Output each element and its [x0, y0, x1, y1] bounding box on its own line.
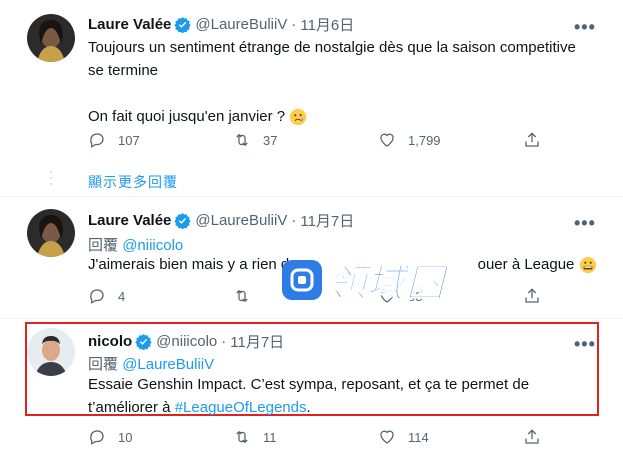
tweet-text: Toujours un sentiment étrange de nostalg…	[88, 36, 576, 128]
verified-badge-icon	[174, 213, 192, 229]
verified-badge-icon	[174, 17, 192, 33]
share-button[interactable]	[523, 428, 553, 446]
share-icon	[525, 429, 539, 444]
retweet-button[interactable]: 37	[233, 131, 378, 149]
tweet-header: Laure Valée @LaureBuliiV · 11月6日	[88, 14, 354, 35]
author-name[interactable]: Laure Valée	[88, 212, 171, 229]
share-icon	[525, 132, 539, 147]
avatar-nicolo[interactable]	[27, 328, 75, 376]
reply-count: 10	[118, 429, 133, 445]
replying-prefix: 回覆	[88, 356, 119, 373]
replying-to: 回覆 @LaureBuliiV	[88, 353, 214, 374]
tweet-3[interactable]: nicolo @niiicolo · 11月7日 ••• 回覆 @LaureBu…	[0, 319, 623, 455]
separator-dot: ·	[291, 212, 297, 229]
show-more-replies-link[interactable]: 顯示更多回覆	[88, 172, 178, 192]
tweet-text-part: .	[306, 399, 311, 416]
retweet-icon	[236, 289, 248, 303]
retweet-icon	[236, 430, 248, 444]
like-count: 114	[408, 429, 429, 445]
tweet-text-line: se termine	[88, 62, 159, 79]
tweet-text-part: t’améliorer à	[88, 399, 175, 416]
like-count: 1,799	[408, 132, 441, 148]
thread-dots	[50, 171, 52, 189]
reply-button[interactable]: 10	[88, 428, 233, 446]
share-button[interactable]	[523, 131, 553, 149]
grinning-face-icon	[580, 256, 597, 273]
verified-badge-icon	[135, 334, 152, 350]
tweet-actions: 107 37 1,799	[88, 131, 553, 149]
watermark-logo-icon	[282, 259, 322, 300]
timestamp[interactable]: 11月6日	[300, 14, 354, 35]
like-button[interactable]: 114	[378, 428, 523, 446]
tweet-text-part: J'aimerais bien mais y a rien de	[88, 256, 298, 273]
author-name[interactable]: Laure Valée	[88, 16, 171, 33]
sad-tear-face-icon	[290, 108, 307, 125]
separator-dot: ·	[221, 333, 227, 350]
avatar-laure[interactable]	[27, 14, 75, 62]
like-button[interactable]: 1,799	[378, 131, 523, 149]
reply-icon	[90, 430, 104, 445]
heart-icon	[380, 430, 394, 444]
tweet-1[interactable]: Laure Valée @LaureBuliiV · 11月6日 ••• Tou…	[0, 0, 623, 162]
more-options-icon[interactable]: •••	[574, 214, 596, 232]
reply-icon	[90, 133, 104, 148]
timestamp[interactable]: 11月7日	[300, 210, 354, 231]
tweet-header: nicolo @niiicolo · 11月7日	[88, 331, 284, 352]
author-handle[interactable]: @LaureBuliiV	[195, 16, 287, 33]
author-name[interactable]: nicolo	[88, 333, 132, 350]
timestamp[interactable]: 11月7日	[230, 331, 284, 352]
separator-dot: ·	[291, 16, 297, 33]
tweet-text-line: On fait quoi jusqu'en janvier ?	[88, 108, 286, 125]
more-options-icon[interactable]: •••	[574, 18, 596, 36]
tweet-header: Laure Valée @LaureBuliiV · 11月7日	[88, 210, 354, 231]
retweet-count: 37	[263, 132, 278, 148]
heart-icon	[380, 133, 394, 147]
author-handle[interactable]: @LaureBuliiV	[195, 212, 287, 229]
replying-to-handle[interactable]: @niiicolo	[122, 237, 183, 254]
retweet-icon	[236, 133, 248, 147]
share-icon	[525, 288, 539, 303]
retweet-count: 11	[263, 429, 277, 445]
replying-prefix: 回覆	[88, 237, 119, 254]
reply-button[interactable]: 4	[88, 287, 233, 305]
tweet-text-part: ouer à League	[477, 256, 575, 273]
reply-count: 107	[118, 132, 140, 148]
retweet-button[interactable]: 11	[233, 428, 378, 446]
replying-to-handle[interactable]: @LaureBuliiV	[122, 356, 214, 373]
share-button[interactable]	[523, 287, 553, 305]
tweet-text-line: Toujours un sentiment étrange de nostalg…	[88, 39, 576, 56]
watermark: 领域圈	[282, 252, 445, 307]
reply-button[interactable]: 107	[88, 131, 233, 149]
author-handle[interactable]: @niiicolo	[156, 333, 217, 350]
reply-count: 4	[118, 288, 126, 304]
hashtag-link[interactable]: #LeagueOfLegends	[175, 399, 307, 416]
avatar-laure[interactable]	[27, 209, 75, 257]
tweet-actions: 10 11 114	[88, 428, 553, 446]
more-options-icon[interactable]: •••	[574, 335, 596, 353]
replying-to: 回覆 @niiicolo	[88, 234, 183, 255]
reply-icon	[90, 289, 104, 304]
tweet-text-line: Essaie Genshin Impact. C’est sympa, repo…	[88, 376, 530, 393]
tweet-text: Essaie Genshin Impact. C’est sympa, repo…	[88, 373, 529, 419]
watermark-text: 领域圈	[327, 263, 446, 306]
